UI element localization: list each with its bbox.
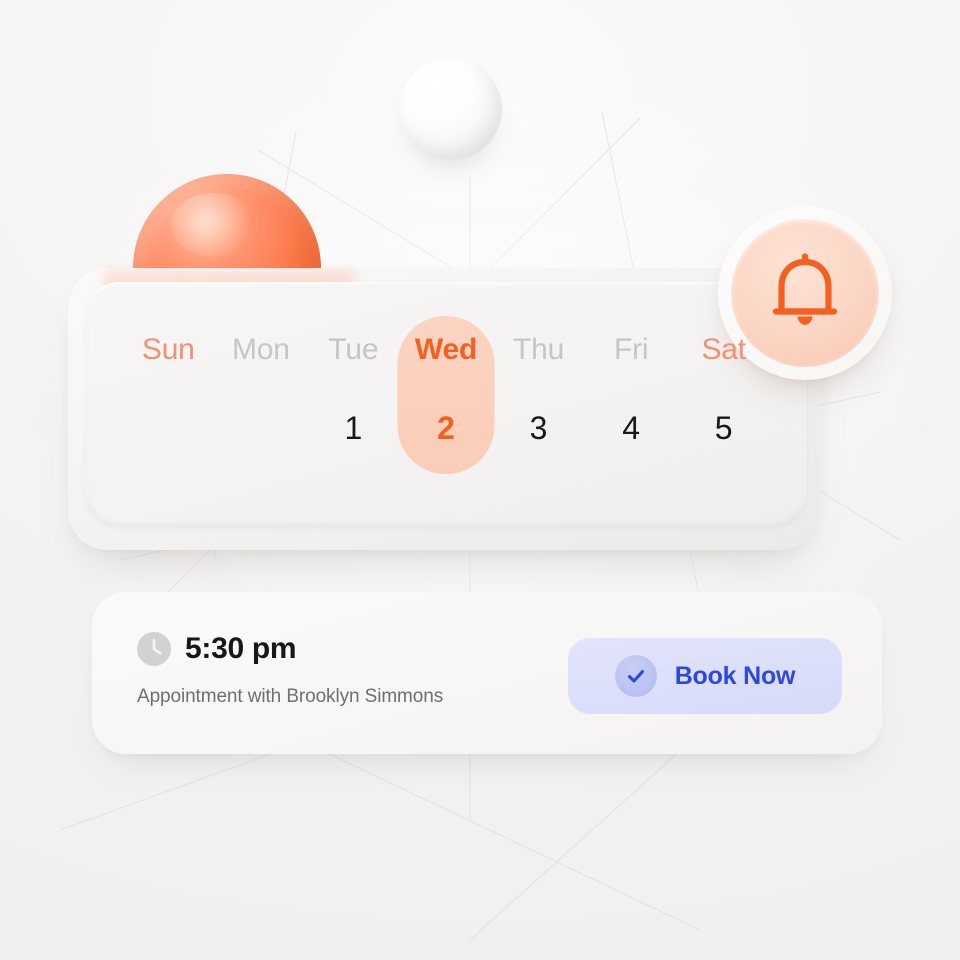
book-now-label: Book Now [674, 661, 796, 690]
appointment-time: 5:30 pm [185, 632, 297, 665]
scene-root: Sun Mon Tue 1 Wed 2 Thu 3 Fri 4 Sat 5 5:… [0, 0, 960, 960]
day-column-wed[interactable]: Wed 2 [397, 282, 495, 526]
day-label-sun: Sun [141, 333, 195, 366]
appointment-description: Appointment with Brooklyn Simmons [137, 686, 444, 707]
day-number-wed: 2 [437, 410, 455, 446]
day-label-tue: Tue [328, 333, 379, 366]
day-column-mon[interactable]: Mon [215, 282, 308, 526]
day-number-tue: 1 [344, 410, 363, 446]
clock-icon [137, 632, 171, 666]
day-number-thu: 3 [529, 410, 548, 446]
day-column-fri[interactable]: Fri 4 [585, 282, 678, 526]
calendar-panel: Sun Mon Tue 1 Wed 2 Thu 3 Fri 4 Sat 5 [86, 282, 806, 526]
day-column-sun[interactable]: Sun [122, 282, 215, 526]
day-label-sat: Sat [701, 333, 746, 366]
day-column-thu[interactable]: Thu 3 [492, 282, 585, 526]
day-label-thu: Thu [513, 333, 565, 366]
day-number-fri: 4 [622, 410, 641, 446]
white-sphere [400, 58, 502, 160]
appointment-card: 5:30 pm Appointment with Brooklyn Simmon… [92, 592, 882, 754]
appointment-details: 5:30 pm Appointment with Brooklyn Simmon… [137, 632, 443, 706]
day-label-mon: Mon [231, 333, 290, 366]
day-label-wed: Wed [414, 333, 478, 366]
book-now-button[interactable]: Book Now [568, 638, 842, 714]
week-day-grid: Sun Mon Tue 1 Wed 2 Thu 3 Fri 4 Sat 5 [122, 282, 770, 526]
appointment-time-row: 5:30 pm [137, 632, 443, 666]
check-circle-icon [614, 655, 657, 697]
notification-badge-inner [731, 219, 879, 367]
day-label-fri: Fri [613, 333, 649, 366]
day-column-tue[interactable]: Tue 1 [307, 282, 400, 526]
day-number-sat: 5 [714, 410, 733, 446]
bell-icon [767, 253, 843, 333]
